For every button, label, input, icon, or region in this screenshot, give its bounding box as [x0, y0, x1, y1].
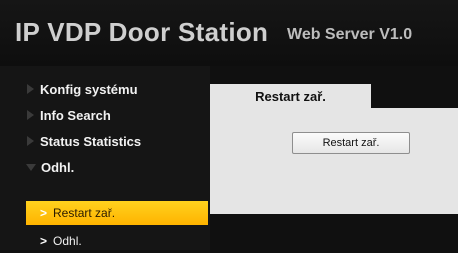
tab-label: Restart zař.: [255, 88, 326, 104]
restart-button[interactable]: Restart zař.: [292, 132, 410, 154]
tab-restart[interactable]: Restart zař.: [210, 84, 371, 108]
sidebar-subitem-label: Odhl.: [53, 234, 82, 248]
sidebar-subitem-logout[interactable]: > Odhl.: [26, 229, 208, 253]
chevron-right-icon: >: [40, 234, 48, 248]
sidebar-item-label: Status Statistics: [40, 133, 142, 149]
triangle-right-icon: [27, 110, 34, 120]
sidebar-item-label: Konfig systému: [40, 81, 138, 97]
triangle-right-icon: [27, 136, 34, 146]
sidebar-item-logout-group[interactable]: Odhl.: [0, 154, 210, 180]
sidebar-item-system-config[interactable]: Konfig systému: [0, 76, 210, 102]
app-title: IP VDP Door Station: [15, 17, 269, 47]
main-content: Restart zař. Restart zař.: [210, 66, 458, 250]
sidebar-item-info-search[interactable]: Info Search: [0, 102, 210, 128]
app-header: IP VDP Door Station Web Server V1.0: [0, 0, 458, 66]
sidebar-item-label: Info Search: [40, 107, 111, 123]
chevron-right-icon: >: [40, 206, 48, 220]
restart-panel: Restart zař.: [210, 108, 458, 214]
sidebar-item-label: Odhl.: [41, 159, 75, 175]
sidebar: Konfig systému Info Search Status Statis…: [0, 66, 210, 250]
sidebar-item-status-statistics[interactable]: Status Statistics: [0, 128, 210, 154]
app-subtitle: Web Server V1.0: [287, 26, 413, 43]
triangle-down-icon: [26, 163, 36, 171]
triangle-right-icon: [27, 84, 34, 94]
sidebar-subitem-restart[interactable]: > Restart zař.: [26, 201, 208, 225]
sidebar-subitem-label: Restart zař.: [53, 206, 116, 220]
